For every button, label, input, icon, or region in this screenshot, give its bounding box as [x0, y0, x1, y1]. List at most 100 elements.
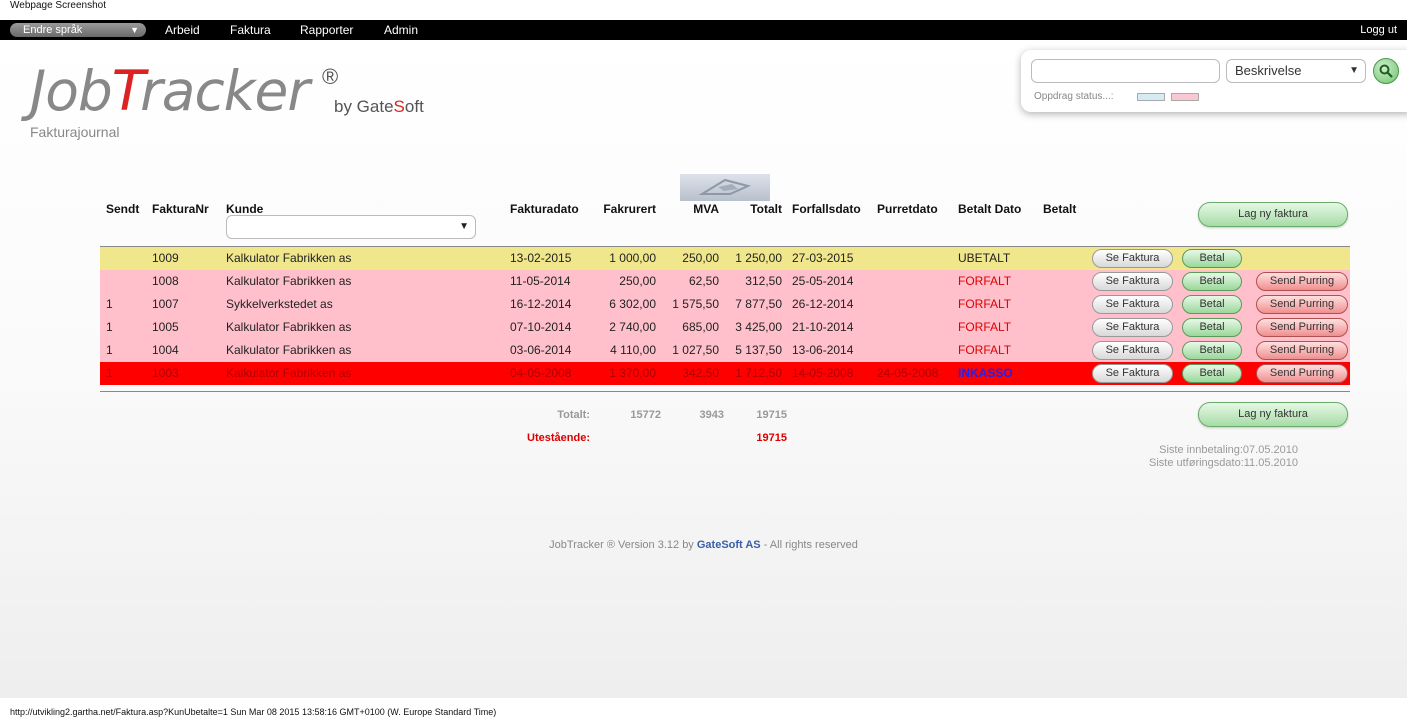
send-reminder-button[interactable]: Send Purring [1256, 272, 1348, 291]
cell-fakturert: 250,00 [619, 274, 656, 288]
totals-fakturert: 15772 [630, 409, 661, 421]
new-invoice-button-top[interactable]: Lag ny faktura [1198, 202, 1348, 227]
cell-fakturert: 4 110,00 [610, 343, 656, 357]
logo-text-part1: Job [30, 59, 113, 123]
last-execution-info: Siste utføringsdato:11.05.2010 [1148, 457, 1298, 469]
pay-button[interactable]: Betal [1182, 341, 1242, 360]
cell-fakturert: 6 302,00 [609, 297, 656, 311]
pay-button[interactable]: Betal [1182, 272, 1242, 291]
pay-button[interactable]: Betal [1182, 364, 1242, 383]
status-chip-pink[interactable] [1171, 93, 1199, 101]
cell-status: FORFALT [958, 343, 1012, 357]
cell-mva: 250,00 [682, 251, 719, 265]
cell-sendt: 1 [106, 320, 113, 334]
cell-forfallsdato: 25-05-2014 [792, 274, 854, 288]
send-reminder-button[interactable]: Send Purring [1256, 364, 1348, 383]
cell-fakturadato: 03-06-2014 [510, 343, 572, 357]
chevron-down-icon: ▼ [1349, 65, 1359, 76]
col-header-sendt: Sendt [106, 202, 140, 216]
header-logo-image [680, 174, 770, 201]
cell-purretdato: 24-05-2008 [877, 366, 939, 380]
view-invoice-button[interactable]: Se Faktura [1092, 272, 1173, 291]
outstanding-amount: 19715 [756, 432, 787, 444]
search-field-select[interactable]: Beskrivelse ▼ [1226, 59, 1366, 83]
cell-kunde: Kalkulator Fabrikken as [226, 366, 352, 380]
footer-company-link[interactable]: GateSoft AS [697, 539, 761, 551]
search-input[interactable] [1031, 59, 1220, 83]
cell-faktura-nr: 1004 [152, 343, 179, 357]
cell-fakturadato: 16-12-2014 [510, 297, 572, 311]
footer-suffix: - All rights reserved [760, 539, 858, 551]
send-reminder-button[interactable]: Send Purring [1256, 318, 1348, 337]
view-invoice-button[interactable]: Se Faktura [1092, 341, 1173, 360]
view-invoice-button[interactable]: Se Faktura [1092, 318, 1173, 337]
search-button[interactable] [1373, 58, 1399, 84]
cell-mva: 1 027,50 [672, 343, 719, 357]
cell-faktura-nr: 1007 [152, 297, 179, 311]
view-invoice-button[interactable]: Se Faktura [1092, 249, 1173, 268]
cell-status: INKASSO [958, 366, 1013, 380]
status-chip-blue[interactable] [1137, 93, 1165, 101]
cell-totalt: 1 712,50 [735, 366, 782, 380]
cell-sendt: 1 [106, 297, 113, 311]
cell-status: FORFALT [958, 274, 1012, 288]
send-reminder-button[interactable]: Send Purring [1256, 341, 1348, 360]
cell-totalt: 7 877,50 [735, 297, 782, 311]
table-row: 1009 Kalkulator Fabrikken as 13-02-2015 1 0… [100, 247, 1350, 270]
cell-totalt: 5 137,50 [735, 343, 782, 357]
pay-button[interactable]: Betal [1182, 318, 1242, 337]
nav-item-faktura[interactable]: Faktura [230, 23, 271, 37]
footer-prefix: JobTracker ® Version 3.12 by [549, 539, 697, 551]
col-header-mva: MVA [693, 202, 719, 216]
cell-kunde: Kalkulator Fabrikken as [226, 274, 352, 288]
logout-link[interactable]: Logg ut [1360, 23, 1397, 37]
pay-button[interactable]: Betal [1182, 295, 1242, 314]
cell-fakturert: 1 370,00 [609, 366, 656, 380]
page-footer: JobTracker ® Version 3.12 by GateSoft AS… [0, 539, 1407, 551]
chevron-down-icon: ▼ [130, 25, 139, 35]
browser-status-bar: http://utvikling2.gartha.net/Faktura.asp… [0, 698, 1407, 719]
col-header-fakturadato: Fakturadato [510, 202, 579, 216]
cell-forfallsdato: 13-06-2014 [792, 343, 854, 357]
table-row: 1 1004 Kalkulator Fabrikken as 03-06-2014 4 … [100, 339, 1350, 362]
send-reminder-button[interactable]: Send Purring [1256, 295, 1348, 314]
view-invoice-button[interactable]: Se Faktura [1092, 295, 1173, 314]
cell-faktura-nr: 1008 [152, 274, 179, 288]
totals-mva: 3943 [699, 409, 724, 421]
logo-text-part3: racker [140, 59, 310, 123]
pay-button[interactable]: Betal [1182, 249, 1242, 268]
cell-kunde: Kalkulator Fabrikken as [226, 251, 352, 265]
emblem-icon [698, 178, 752, 195]
cell-totalt: 1 250,00 [735, 251, 782, 265]
col-header-betalt: Betalt [1043, 202, 1077, 216]
cell-faktura-nr: 1003 [152, 366, 179, 380]
cell-kunde: Kalkulator Fabrikken as [226, 320, 352, 334]
screenshot-caption: Webpage Screenshot [10, 0, 106, 11]
cell-faktura-nr: 1005 [152, 320, 179, 334]
cell-fakturadato: 11-05-2014 [510, 274, 571, 288]
cell-mva: 342,50 [682, 366, 719, 380]
new-invoice-button-bottom[interactable]: Lag ny faktura [1198, 402, 1348, 427]
cell-sendt: 1 [106, 366, 113, 380]
totals-totalt: 19715 [756, 409, 787, 421]
search-icon [1379, 64, 1393, 78]
cell-forfallsdato: 14-05-2008 [792, 366, 854, 380]
nav-item-arbeid[interactable]: Arbeid [165, 23, 200, 37]
cell-forfallsdato: 21-10-2014 [792, 320, 854, 334]
cell-kunde: Sykkelverkstedet as [226, 297, 333, 311]
language-select[interactable]: Endre språk ▼ [10, 23, 146, 37]
cell-status: FORFALT [958, 320, 1012, 334]
view-invoice-button[interactable]: Se Faktura [1092, 364, 1173, 383]
col-header-betalt-dato: Betalt Dato [958, 202, 1022, 216]
registered-mark: ® [322, 64, 339, 89]
cell-mva: 62,50 [688, 274, 719, 288]
nav-item-admin[interactable]: Admin [384, 23, 418, 37]
nav-item-rapporter[interactable]: Rapporter [300, 23, 353, 37]
table-row: 1 1003 Kalkulator Fabrikken as 04-05-2008 1 … [100, 362, 1350, 385]
gatesoft-byline: by GateSoft [334, 97, 424, 117]
cell-fakturadato: 04-05-2008 [510, 366, 572, 380]
customer-filter-select[interactable]: ▼ [226, 215, 476, 239]
table-row: 1 1005 Kalkulator Fabrikken as 07-10-2014 2 … [100, 316, 1350, 339]
byline-suffix: oft [404, 97, 424, 116]
chevron-down-icon: ▼ [459, 221, 469, 232]
